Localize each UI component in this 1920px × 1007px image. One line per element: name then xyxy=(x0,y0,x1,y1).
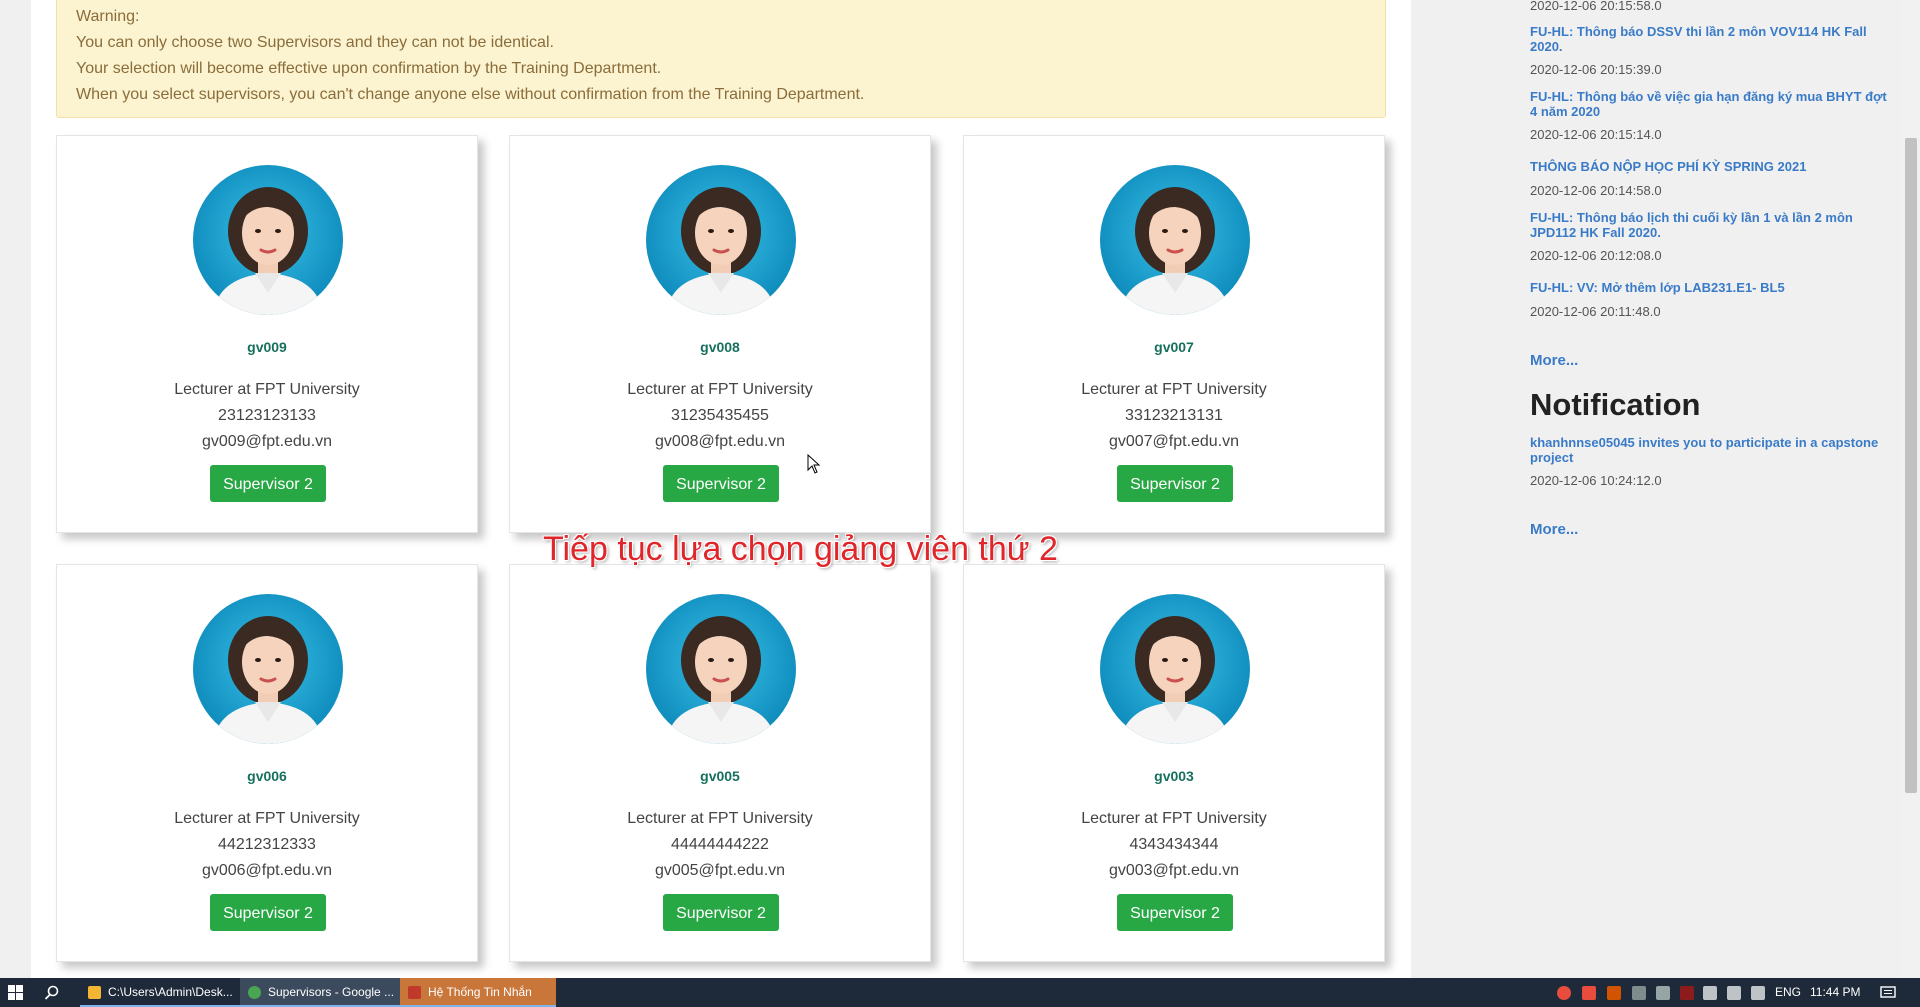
supervisor-card: gv009 Lecturer at FPT University 2312312… xyxy=(56,135,478,533)
select-supervisor-2-button[interactable]: Supervisor 2 xyxy=(663,465,779,502)
supervisor-card: gv007 Lecturer at FPT University 3312321… xyxy=(963,135,1385,533)
supervisor-phone: 4343434344 xyxy=(1129,836,1219,853)
action-center-icon[interactable] xyxy=(1880,978,1900,1007)
taskbar-chrome[interactable]: Supervisors - Google ... xyxy=(240,978,400,1007)
tray-network-icon[interactable] xyxy=(1632,986,1646,1000)
tutorial-caption: Tiếp tục lựa chọn giảng viên thứ 2 xyxy=(543,530,1058,568)
clock[interactable]: 11:44 PM xyxy=(1810,978,1866,1007)
select-supervisor-2-button[interactable]: Supervisor 2 xyxy=(1117,894,1233,931)
scrollbar-thumb[interactable] xyxy=(1905,138,1917,793)
supervisor-email: gv003@fpt.edu.vn xyxy=(1108,862,1240,879)
search-icon[interactable] xyxy=(44,978,64,1007)
warning-alert: Warning: You can only choose two Supervi… xyxy=(56,0,1386,118)
supervisor-title: Lecturer at FPT University xyxy=(1081,381,1267,398)
page-scrollbar[interactable] xyxy=(1902,0,1920,978)
messaging-app-icon xyxy=(408,986,421,999)
select-supervisor-2-button[interactable]: Supervisor 2 xyxy=(210,465,326,502)
taskbar-label: C:\Users\Admin\Desk... xyxy=(108,985,233,999)
news-date: 2020-12-06 20:15:14.0 xyxy=(1530,127,1662,142)
supervisor-card: gv008 Lecturer at FPT University 3123543… xyxy=(509,135,931,533)
news-link[interactable]: FU-HL: Thông báo về việc gia hạn đăng ký… xyxy=(1530,89,1890,119)
folder-icon xyxy=(88,986,101,999)
supervisor-phone: 33123213131 xyxy=(1125,407,1223,424)
taskbar-file-explorer[interactable]: C:\Users\Admin\Desk... xyxy=(80,978,240,1007)
supervisor-avatar xyxy=(193,165,343,315)
supervisor-avatar xyxy=(193,594,343,744)
news-date: 2020-12-06 20:15:58.0 xyxy=(1530,0,1662,13)
supervisor-title: Lecturer at FPT University xyxy=(174,381,360,398)
supervisor-title: Lecturer at FPT University xyxy=(627,381,813,398)
warning-line: Your selection will become effective upo… xyxy=(76,60,662,77)
supervisor-title: Lecturer at FPT University xyxy=(627,810,813,827)
supervisor-username: gv009 xyxy=(247,339,287,355)
supervisor-username: gv003 xyxy=(1154,768,1194,784)
notification-link[interactable]: khanhnnse05045 invites you to participat… xyxy=(1530,435,1890,465)
news-link[interactable]: FU-HL: VV: Mở thêm lớp LAB231.E1- BL5 xyxy=(1530,280,1890,295)
chrome-icon xyxy=(248,986,261,999)
battery-icon[interactable] xyxy=(1703,986,1717,1000)
warning-line: Warning: xyxy=(76,8,140,25)
supervisor-email: gv008@fpt.edu.vn xyxy=(654,433,786,450)
news-date: 2020-12-06 20:14:58.0 xyxy=(1530,183,1662,198)
wifi-icon[interactable] xyxy=(1751,986,1765,1000)
supervisor-card: gv006 Lecturer at FPT University 4421231… xyxy=(56,564,478,962)
supervisor-phone: 23123123133 xyxy=(218,407,316,424)
supervisor-title: Lecturer at FPT University xyxy=(174,810,360,827)
news-date: 2020-12-06 20:11:48.0 xyxy=(1530,304,1661,319)
windows-start-icon[interactable] xyxy=(8,978,30,1007)
supervisor-avatar xyxy=(1100,594,1250,744)
news-more-link[interactable]: More... xyxy=(1530,352,1578,369)
supervisor-username: gv007 xyxy=(1154,339,1194,355)
notification-heading: Notification xyxy=(1530,387,1701,422)
supervisor-username: gv006 xyxy=(247,768,287,784)
supervisor-card: gv005 Lecturer at FPT University 4444444… xyxy=(509,564,931,962)
supervisor-avatar xyxy=(646,594,796,744)
news-link[interactable]: FU-HL: Thông báo lịch thi cuối kỳ lần 1 … xyxy=(1530,210,1890,240)
taskbar: C:\Users\Admin\Desk... Supervisors - Goo… xyxy=(0,978,1920,1007)
supervisor-email: gv007@fpt.edu.vn xyxy=(1108,433,1240,450)
volume-icon[interactable] xyxy=(1727,986,1741,1000)
mouse-cursor-icon xyxy=(807,453,821,479)
supervisor-phone: 31235435455 xyxy=(671,407,769,424)
supervisor-username: gv005 xyxy=(700,768,740,784)
supervisor-email: gv006@fpt.edu.vn xyxy=(201,862,333,879)
language-indicator[interactable]: ENG xyxy=(1775,978,1803,1007)
tray-s-icon[interactable] xyxy=(1582,986,1596,1000)
select-supervisor-2-button[interactable]: Supervisor 2 xyxy=(1117,465,1233,502)
supervisor-username: gv008 xyxy=(700,339,740,355)
news-date: 2020-12-06 20:15:39.0 xyxy=(1530,62,1662,77)
taskbar-messaging[interactable]: Hệ Thống Tin Nhắn xyxy=(400,978,556,1007)
tray-v-icon[interactable] xyxy=(1607,986,1621,1000)
supervisor-phone: 44444444222 xyxy=(671,836,769,853)
supervisor-avatar xyxy=(646,165,796,315)
supervisor-avatar xyxy=(1100,165,1250,315)
select-supervisor-2-button[interactable]: Supervisor 2 xyxy=(210,894,326,931)
supervisor-email: gv009@fpt.edu.vn xyxy=(201,433,333,450)
news-date: 2020-12-06 20:12:08.0 xyxy=(1530,248,1662,263)
supervisor-email: gv005@fpt.edu.vn xyxy=(654,862,786,879)
warning-line: You can only choose two Supervisors and … xyxy=(76,34,554,51)
supervisor-title: Lecturer at FPT University xyxy=(1081,810,1267,827)
taskbar-label: Hệ Thống Tin Nhắn xyxy=(428,985,532,999)
warning-line: When you select supervisors, you can't c… xyxy=(76,86,865,103)
notification-date: 2020-12-06 10:24:12.0 xyxy=(1530,473,1662,488)
tray-bluetooth-icon[interactable] xyxy=(1656,986,1670,1000)
select-supervisor-2-button[interactable]: Supervisor 2 xyxy=(663,894,779,931)
supervisor-phone: 44212312333 xyxy=(218,836,316,853)
tray-app2-icon[interactable] xyxy=(1680,986,1694,1000)
tray-app-icon[interactable] xyxy=(1557,986,1571,1000)
taskbar-label: Supervisors - Google ... xyxy=(268,985,395,999)
news-link[interactable]: THÔNG BÁO NỘP HỌC PHÍ KỲ SPRING 2021 xyxy=(1530,159,1890,174)
notification-more-link[interactable]: More... xyxy=(1530,521,1578,538)
news-link[interactable]: FU-HL: Thông báo DSSV thi lần 2 môn VOV1… xyxy=(1530,24,1890,54)
supervisor-card: gv003 Lecturer at FPT University 4343434… xyxy=(963,564,1385,962)
